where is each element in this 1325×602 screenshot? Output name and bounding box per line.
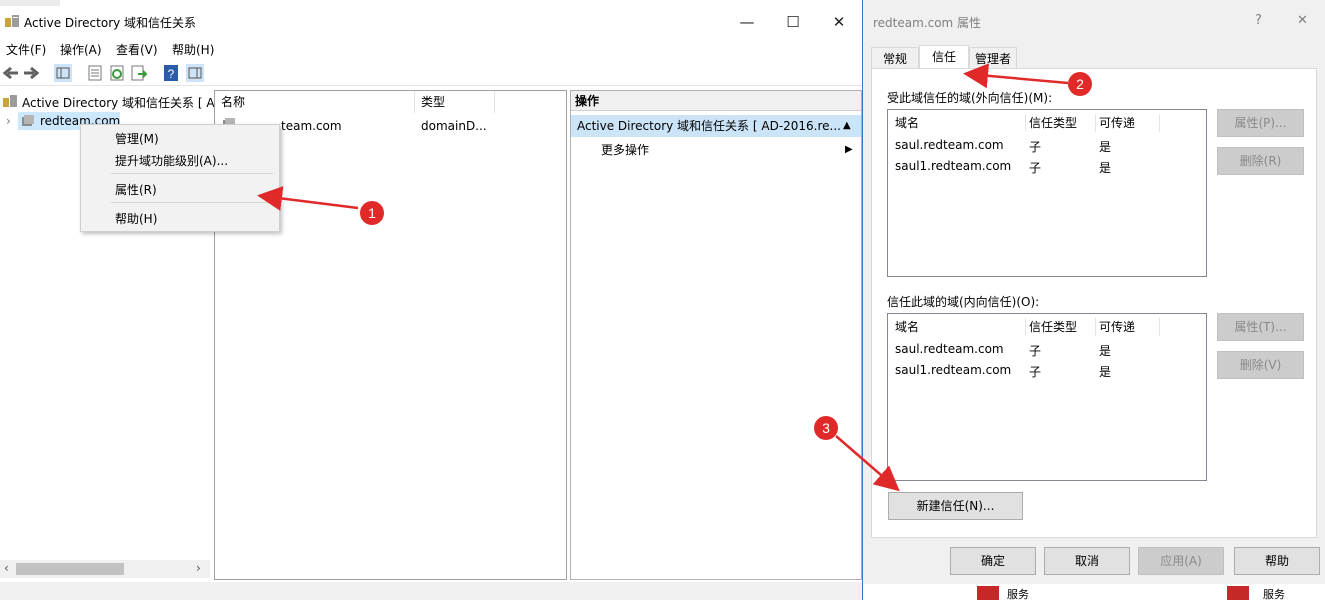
- annotation-badge-3: 3: [814, 416, 838, 440]
- annotation-badge-1: 1: [360, 201, 384, 225]
- annotation-badge-2: 2: [1068, 72, 1092, 96]
- annotation-arrow-3: [835, 435, 900, 492]
- annotation-arrow-2: [963, 63, 1069, 89]
- annotation-layer: [257, 63, 1069, 492]
- annotation-arrow-1: [257, 186, 359, 211]
